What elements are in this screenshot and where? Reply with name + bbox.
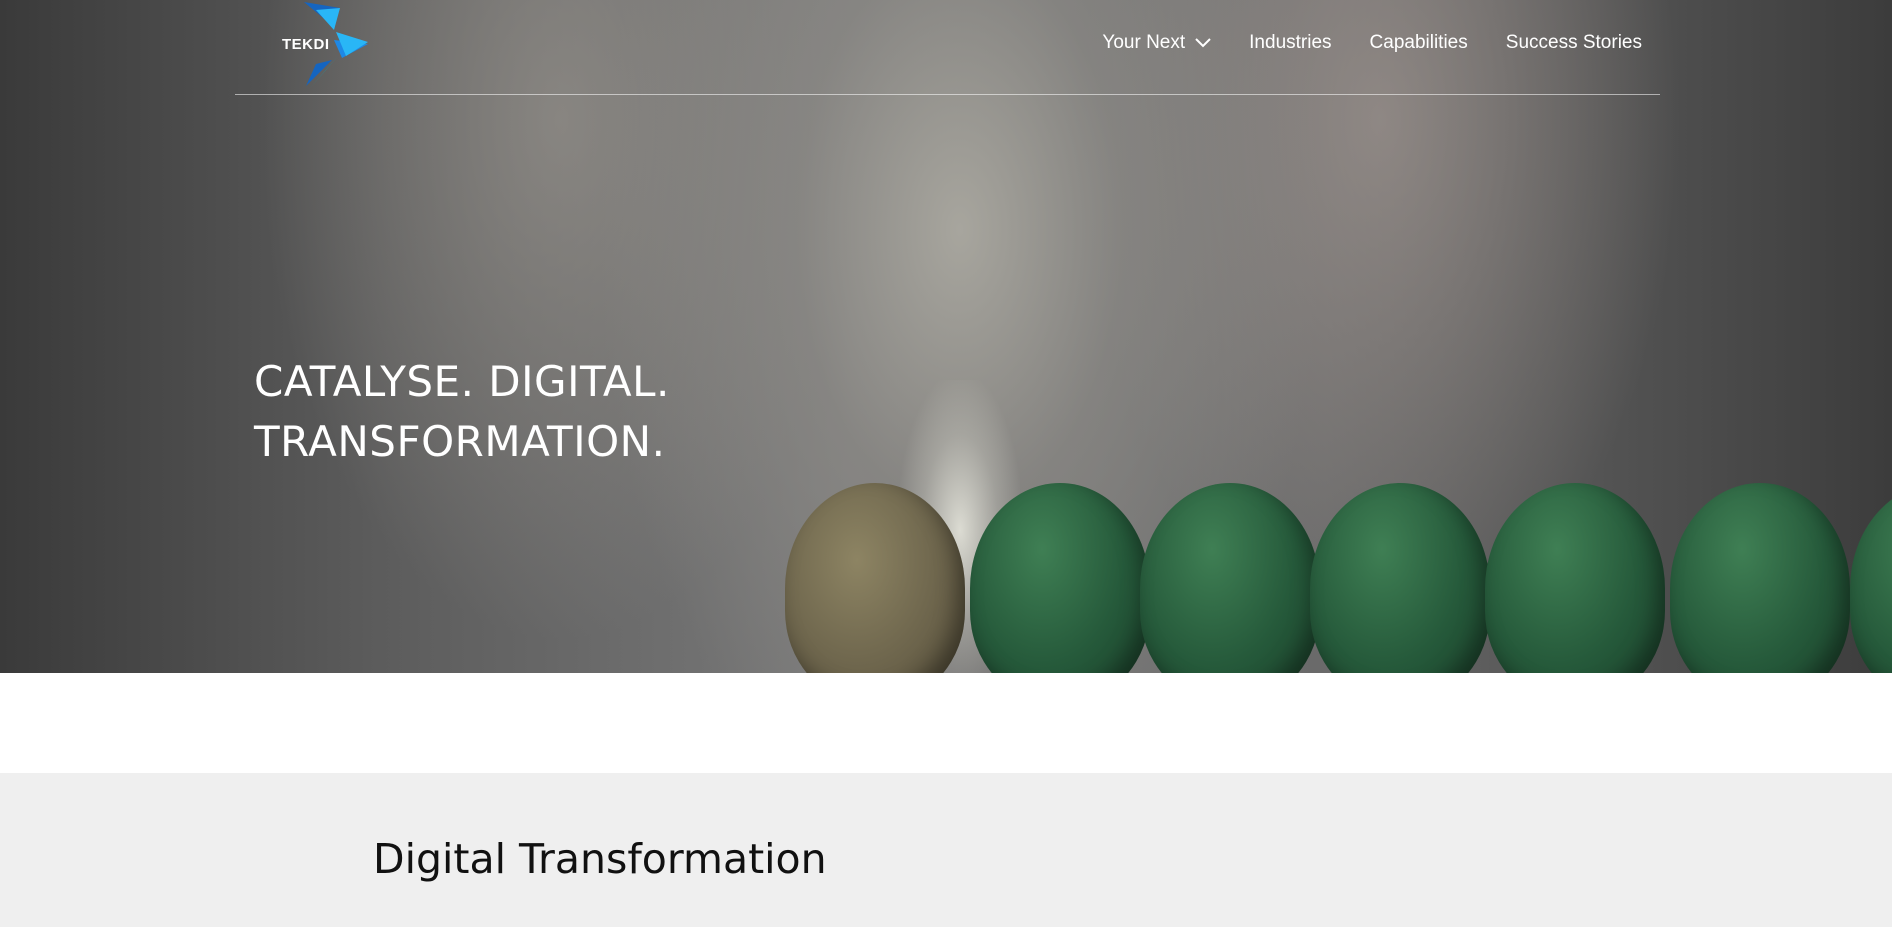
content-section: Digital Transformation: [0, 773, 1892, 927]
nav-item-success-stories[interactable]: Success Stories: [1506, 32, 1642, 54]
nav-item-label: Capabilities: [1369, 32, 1468, 53]
tekdi-logo[interactable]: TEKDI: [258, 0, 368, 90]
hero-banner: TEKDI Your Next Industries Capabilities …: [0, 0, 1892, 673]
nav-item-capabilities[interactable]: Capabilities: [1370, 32, 1468, 54]
logo-text: TEKDI: [282, 36, 330, 53]
nav-item-label: Industries: [1249, 32, 1332, 53]
match-head: [1670, 483, 1850, 673]
match-head: [1850, 483, 1892, 673]
match-head: [970, 483, 1150, 673]
hero-title-line-2: TRANSFORMATION.: [254, 417, 666, 466]
hero-title: CATALYSE. DIGITAL. TRANSFORMATION.: [254, 352, 670, 472]
spacer-band: [0, 673, 1892, 773]
main-nav: Your Next Industries Capabilities Succes…: [1064, 32, 1642, 54]
nav-item-your-next[interactable]: Your Next: [1102, 32, 1211, 54]
nav-item-industries[interactable]: Industries: [1249, 32, 1331, 54]
nav-item-label: Success Stories: [1505, 32, 1642, 53]
match-head: [1140, 483, 1320, 673]
chevron-down-icon: [1195, 38, 1211, 48]
site-header: TEKDI Your Next Industries Capabilities …: [235, 0, 1660, 95]
hero-title-line-1: CATALYSE. DIGITAL.: [254, 357, 670, 406]
match-head: [1485, 483, 1665, 673]
nav-item-label: Your Next: [1102, 32, 1186, 53]
match-head: [1310, 483, 1490, 673]
section-title: Digital Transformation: [373, 835, 827, 883]
